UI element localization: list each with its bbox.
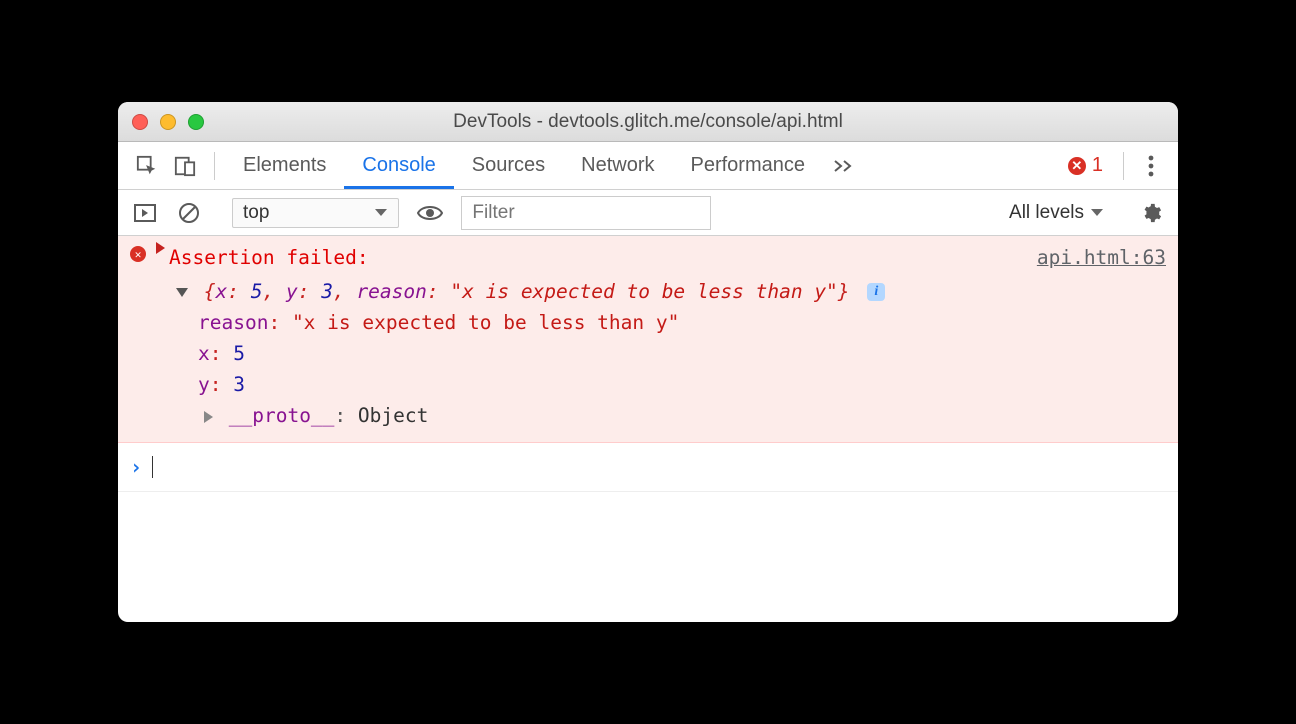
tab-console[interactable]: Console (344, 142, 453, 189)
tab-performance[interactable]: Performance (673, 142, 824, 189)
collapse-object-toggle[interactable] (176, 288, 188, 297)
console-empty-area[interactable] (118, 492, 1178, 622)
console-output: ✕ Assertion failed: api.html:63 {x: 5, y… (118, 236, 1178, 621)
tab-elements[interactable]: Elements (225, 142, 344, 189)
text-cursor (152, 456, 153, 478)
execution-context-select[interactable]: top (232, 198, 399, 228)
expand-message-toggle[interactable] (156, 242, 165, 254)
error-icon: ✕ (1068, 157, 1086, 175)
eye-icon (417, 204, 443, 222)
window-title: DevTools - devtools.glitch.me/console/ap… (118, 111, 1178, 133)
levels-label: All levels (1009, 202, 1084, 224)
live-expression-button[interactable] (413, 204, 447, 222)
toolbar-divider (1123, 152, 1124, 180)
panel-tabs: Elements Console Sources Network Perform… (225, 142, 823, 189)
device-toolbar-button[interactable] (166, 142, 204, 189)
expand-proto-toggle[interactable] (204, 411, 213, 423)
tab-sources[interactable]: Sources (454, 142, 563, 189)
more-tabs-button[interactable] (823, 159, 865, 173)
devtools-window: DevTools - devtools.glitch.me/console/ap… (118, 102, 1178, 621)
main-toolbar: Elements Console Sources Network Perform… (118, 142, 1178, 190)
info-icon[interactable]: i (867, 283, 885, 301)
console-toolbar: top All levels (118, 190, 1178, 236)
toolbar-divider (214, 152, 215, 180)
console-error-message: ✕ Assertion failed: api.html:63 {x: 5, y… (118, 236, 1178, 442)
filter-input[interactable] (461, 196, 711, 230)
error-count: 1 (1092, 154, 1103, 177)
clear-console-button[interactable] (174, 202, 204, 224)
toggle-sidebar-button[interactable] (130, 204, 160, 222)
log-levels-select[interactable]: All levels (1009, 202, 1104, 224)
object-preview[interactable]: {x: 5, y: 3, reason: "x is expected to b… (176, 276, 1166, 307)
inspect-element-button[interactable] (128, 142, 166, 189)
console-settings-button[interactable] (1136, 202, 1166, 224)
chevron-down-icon (1090, 208, 1104, 218)
gear-icon (1140, 202, 1162, 224)
proto-row[interactable]: __proto__: Object (204, 400, 1166, 431)
property-row[interactable]: y: 3 (198, 369, 1166, 400)
error-icon: ✕ (130, 242, 156, 273)
property-row[interactable]: x: 5 (198, 338, 1166, 369)
chevron-down-icon (374, 208, 388, 218)
titlebar: DevTools - devtools.glitch.me/console/ap… (118, 102, 1178, 142)
minimize-window-button[interactable] (160, 114, 176, 130)
error-count-badge[interactable]: ✕ 1 (1058, 154, 1113, 177)
tab-network[interactable]: Network (563, 142, 672, 189)
sidebar-icon (134, 204, 156, 222)
source-link[interactable]: api.html:63 (1037, 242, 1166, 273)
device-icon (174, 155, 196, 177)
inspect-icon (136, 155, 158, 177)
property-row[interactable]: reason: "x is expected to be less than y… (198, 307, 1166, 338)
clear-icon (178, 202, 200, 224)
zoom-window-button[interactable] (188, 114, 204, 130)
context-value: top (243, 202, 269, 224)
window-controls (132, 114, 204, 130)
prompt-caret-icon: › (130, 451, 142, 483)
error-header: Assertion failed: (169, 242, 369, 273)
object-properties: reason: "x is expected to be less than y… (176, 307, 1166, 432)
devtools-menu-button[interactable] (1134, 155, 1168, 177)
close-window-button[interactable] (132, 114, 148, 130)
kebab-icon (1148, 155, 1154, 177)
console-prompt[interactable]: › (118, 443, 1178, 492)
chevrons-right-icon (833, 159, 855, 173)
